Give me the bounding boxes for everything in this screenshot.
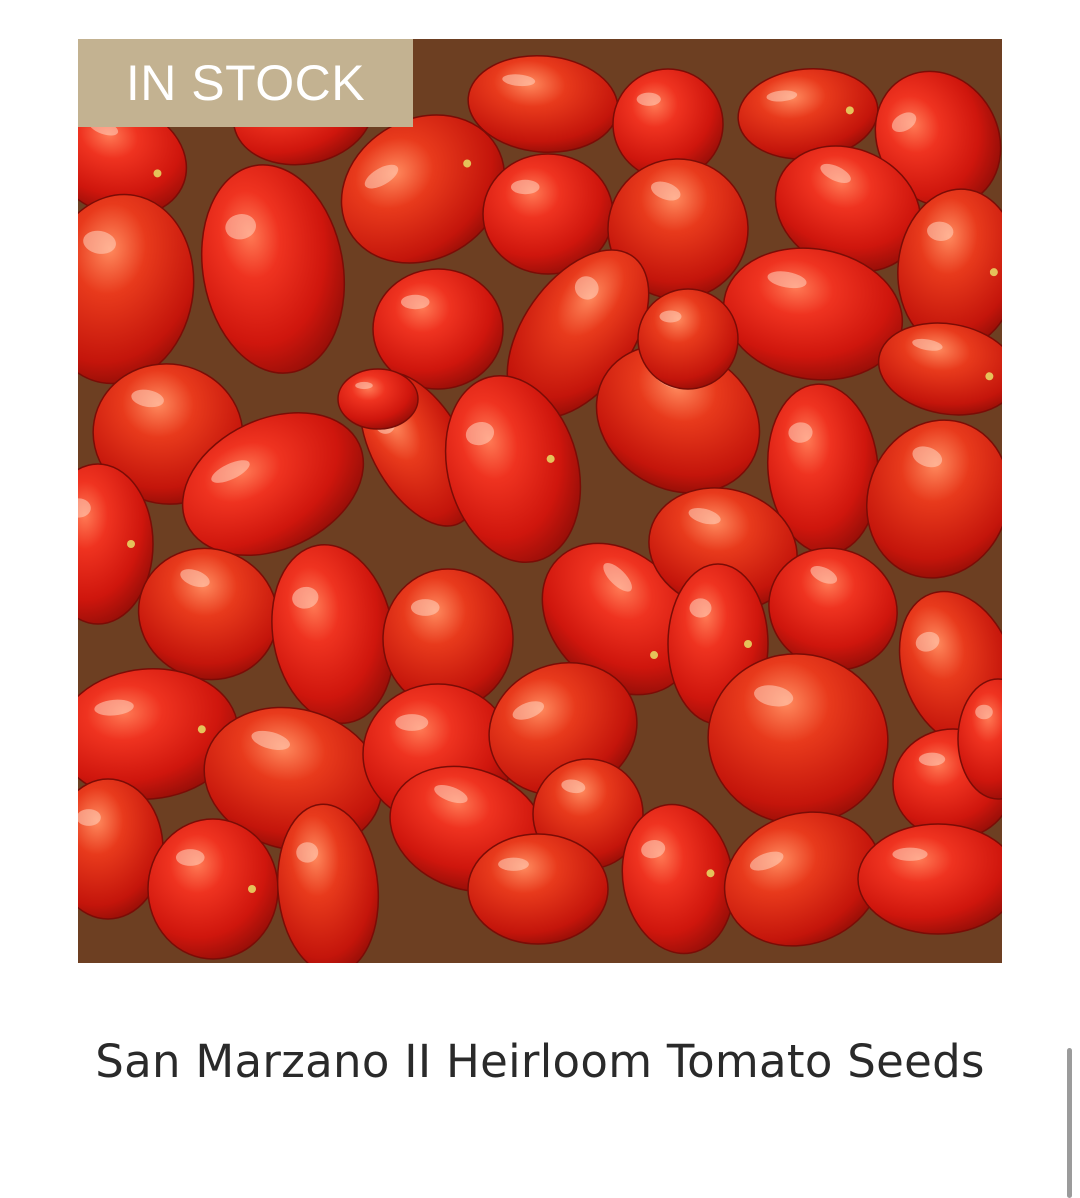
tomatoes-photo <box>78 39 1002 963</box>
in-stock-badge: IN STOCK <box>78 39 413 127</box>
product-title[interactable]: San Marzano II Heirloom Tomato Seeds <box>90 1022 990 1102</box>
tomato <box>857 823 1002 935</box>
scrollbar[interactable] <box>1067 1048 1072 1198</box>
tomato <box>637 288 739 390</box>
product-card: IN STOCK San Marzano II Heirloom Tomato … <box>0 0 1080 1198</box>
tomato <box>337 368 419 430</box>
product-image[interactable] <box>78 39 1002 963</box>
tomato <box>147 818 279 960</box>
tomato <box>467 833 609 945</box>
